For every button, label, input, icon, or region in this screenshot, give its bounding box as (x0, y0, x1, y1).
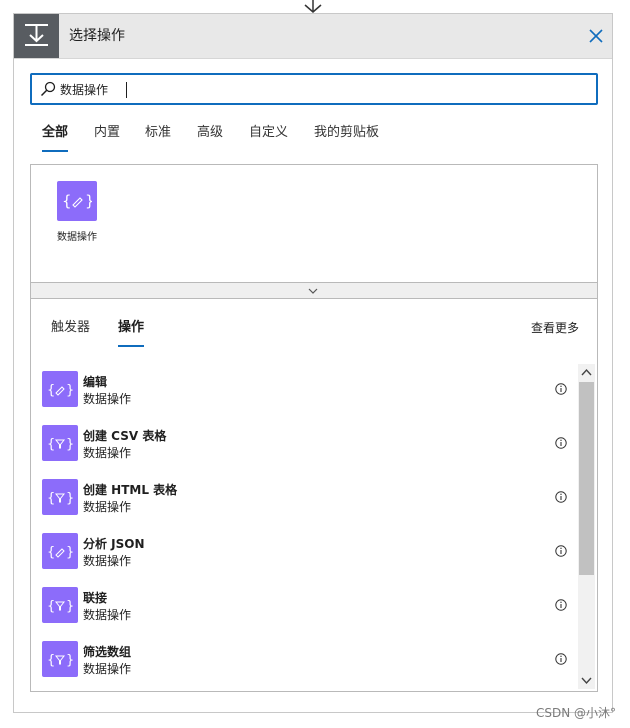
info-icon[interactable] (555, 599, 567, 611)
connector-data-operation[interactable]: { } 数据操作 (49, 181, 105, 243)
action-item-create-html-table[interactable]: {} 创建 HTML 表格 数据操作 (42, 477, 567, 517)
collapse-connectors-button[interactable] (30, 282, 598, 299)
info-icon[interactable] (555, 545, 567, 557)
tab-actions[interactable]: 操作 (118, 317, 145, 347)
action-connector: 数据操作 (83, 392, 132, 406)
connector-label: 数据操作 (57, 232, 97, 243)
action-name: 编辑 (83, 375, 108, 389)
tab-standard[interactable]: 标准 (145, 122, 171, 152)
action-connector: 数据操作 (83, 446, 132, 460)
svg-text:}: } (66, 599, 73, 614)
svg-text:{: { (62, 192, 72, 210)
svg-text:{: { (47, 545, 55, 560)
edit-braces-icon: {} (42, 533, 78, 569)
tab-custom[interactable]: 自定义 (249, 122, 288, 152)
text-caret (126, 82, 127, 98)
tab-premium[interactable]: 高级 (197, 122, 223, 152)
action-connector: 数据操作 (83, 500, 132, 514)
scroll-down-icon[interactable] (578, 672, 595, 689)
action-connector: 数据操作 (83, 608, 132, 622)
connectors-grid: { } 数据操作 (30, 164, 598, 282)
info-icon[interactable] (555, 437, 567, 449)
scroll-thumb[interactable] (579, 382, 594, 575)
tab-built-in[interactable]: 内置 (94, 122, 120, 152)
action-item-edit[interactable]: {} 编辑 数据操作 (42, 369, 567, 409)
tab-all[interactable]: 全部 (42, 122, 69, 152)
action-name: 创建 CSV 表格 (83, 429, 167, 443)
search-input[interactable] (60, 77, 580, 101)
tab-my-clipboard[interactable]: 我的剪贴板 (314, 122, 379, 152)
see-more-link[interactable]: 查看更多 (531, 317, 579, 339)
info-icon[interactable] (555, 491, 567, 503)
action-item-parse-json[interactable]: {} 分析 JSON 数据操作 (42, 531, 567, 571)
actions-scrollbar[interactable] (578, 364, 595, 689)
filter-braces-icon: {} (42, 479, 78, 515)
search-icon (40, 81, 56, 97)
svg-text:}: } (66, 491, 73, 506)
scroll-up-icon[interactable] (578, 364, 595, 381)
action-name: 创建 HTML 表格 (83, 483, 178, 497)
filter-braces-icon: {} (42, 587, 78, 623)
filter-braces-icon: {} (42, 425, 78, 461)
svg-text:}: } (66, 653, 73, 668)
flow-step-icon (14, 14, 59, 58)
choose-action-card: 选择操作 全部 内置 标准 高级 自定义 我的剪贴板 { } (13, 13, 613, 713)
card-header: 选择操作 (14, 14, 612, 59)
flow-down-arrow-icon (304, 0, 322, 13)
page-title: 选择操作 (69, 28, 125, 44)
svg-text:{: { (47, 491, 55, 506)
action-name: 联接 (83, 591, 108, 605)
tab-triggers[interactable]: 触发器 (51, 317, 90, 347)
svg-text:}: } (85, 192, 92, 210)
actions-panel: 触发器 操作 查看更多 {} 编辑 数据操作 {} 创建 CSV 表格 数据操作… (30, 299, 598, 692)
svg-text:}: } (66, 545, 73, 560)
close-icon[interactable] (587, 27, 605, 45)
info-icon[interactable] (555, 653, 567, 665)
action-name: 筛选数组 (83, 645, 132, 659)
svg-text:{: { (47, 599, 55, 614)
action-name: 分析 JSON (83, 537, 145, 551)
action-connector: 数据操作 (83, 662, 132, 676)
action-item-join[interactable]: {} 联接 数据操作 (42, 585, 567, 625)
action-item-create-csv-table[interactable]: {} 创建 CSV 表格 数据操作 (42, 423, 567, 463)
action-connector: 数据操作 (83, 554, 132, 568)
svg-text:{: { (47, 653, 55, 668)
svg-text:}: } (66, 437, 73, 452)
svg-text:}: } (66, 383, 73, 398)
edit-braces-icon: {} (42, 371, 78, 407)
info-icon[interactable] (555, 383, 567, 395)
svg-text:{: { (47, 383, 55, 398)
data-operation-icon: { } (57, 181, 97, 221)
search-box[interactable] (30, 73, 598, 105)
watermark: CSDN @小沐° (536, 706, 617, 720)
svg-text:{: { (47, 437, 55, 452)
filter-braces-icon: {} (42, 641, 78, 677)
action-item-filter-array[interactable]: {} 筛选数组 数据操作 (42, 639, 567, 679)
chevron-down-icon (308, 288, 318, 294)
